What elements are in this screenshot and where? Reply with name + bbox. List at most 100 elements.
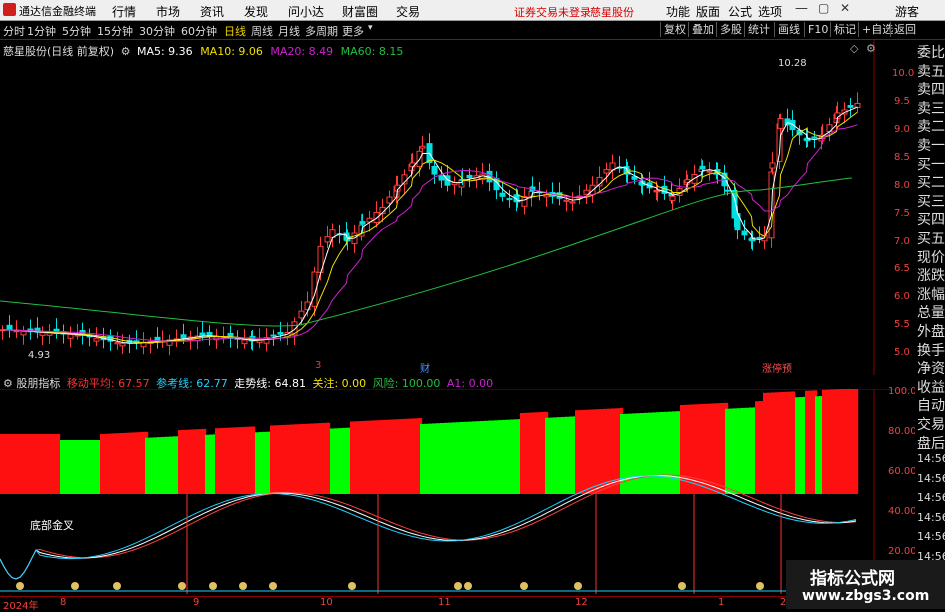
menu-item-market[interactable]: 市场 <box>156 3 180 20</box>
menu-function[interactable]: 功能 <box>666 3 690 20</box>
menu-formula[interactable]: 公式 <box>728 3 752 20</box>
gear-icon[interactable]: ⚙ <box>121 45 131 58</box>
indicator-bar <box>595 409 600 494</box>
close-icon[interactable]: ✕ <box>840 1 850 15</box>
minimize-icon[interactable]: — <box>795 1 808 16</box>
menu-options[interactable]: 选项 <box>758 3 782 20</box>
side-panel-item[interactable]: 外盘 <box>917 325 945 339</box>
diamond-icon[interactable]: ◇ <box>850 42 858 55</box>
price-chart[interactable] <box>0 40 912 375</box>
guest-label[interactable]: 游客 <box>895 3 919 20</box>
indicator-bar <box>302 423 307 494</box>
indicator-chart[interactable] <box>0 389 912 609</box>
indicator-bar <box>729 408 734 494</box>
side-panel-item[interactable]: 买二 <box>917 176 945 190</box>
indicator-bar <box>28 434 33 494</box>
candle <box>706 170 713 173</box>
menu-item-quote[interactable]: 行情 <box>112 3 136 20</box>
period-intraday[interactable]: 分时 <box>3 23 25 39</box>
limit-up-marker[interactable]: 涨停预 <box>762 360 792 375</box>
indicator-bar <box>294 424 299 494</box>
indicator-bar <box>186 429 191 494</box>
side-panel-item[interactable]: 卖一 <box>917 139 945 153</box>
period-more[interactable]: 更多 <box>342 23 364 39</box>
indicator-bar <box>476 421 481 494</box>
indicator-bar <box>498 420 503 494</box>
side-panel-item[interactable]: 买三 <box>917 195 945 209</box>
indicator-bar <box>251 426 256 494</box>
menu-item-discover[interactable]: 发现 <box>244 3 268 20</box>
period-60min[interactable]: 60分钟 <box>181 23 217 39</box>
indicator-bar <box>346 427 351 494</box>
side-panel-item[interactable]: 交易 <box>917 418 945 432</box>
candle <box>569 201 576 204</box>
menu-item-trade[interactable]: 交易 <box>396 3 420 20</box>
menu-item-ask[interactable]: 问小达 <box>288 3 324 20</box>
period-15min[interactable]: 15分钟 <box>97 23 133 39</box>
side-panel-item[interactable]: 卖二 <box>917 120 945 134</box>
tool-stats[interactable]: 统计 <box>744 22 773 37</box>
indicator-bar <box>644 412 649 494</box>
indicator-bar <box>420 424 425 494</box>
price-tick: 6.5 <box>894 263 910 274</box>
finance-marker[interactable]: 财 <box>420 360 430 375</box>
side-panel-item[interactable]: 换手 <box>917 344 945 358</box>
period-30min[interactable]: 30分钟 <box>139 23 175 39</box>
side-panel-item[interactable]: 净资 <box>917 362 945 376</box>
period-multi[interactable]: 多周期 <box>305 23 338 39</box>
side-panel-item[interactable]: 买一 <box>917 158 945 172</box>
menu-item-news[interactable]: 资讯 <box>200 3 224 20</box>
restore-icon[interactable]: ▢ <box>818 1 829 15</box>
money-bag-icon <box>348 582 356 590</box>
side-panel-item[interactable]: 卖三 <box>917 102 945 116</box>
side-panel-item[interactable]: 涨幅 <box>917 288 945 302</box>
indicator-bar <box>737 408 742 494</box>
money-bag-icon <box>209 582 217 590</box>
watermark-title: 指标公式网 <box>810 569 895 589</box>
indicator-bar <box>12 434 17 494</box>
menu-layout[interactable]: 版面 <box>696 3 720 20</box>
candle <box>13 330 20 333</box>
indicator-bar <box>247 426 252 494</box>
side-panel-item[interactable]: 委比 <box>917 46 945 60</box>
tool-mark[interactable]: 标记 <box>830 22 859 37</box>
event-marker[interactable]: 3 <box>315 360 321 371</box>
period-daily[interactable]: 日线 <box>224 23 246 39</box>
stock-link[interactable]: 慈星股份 <box>590 4 634 20</box>
side-panel-item[interactable]: 买五 <box>917 232 945 246</box>
side-panel-item[interactable]: 卖五 <box>917 65 945 79</box>
side-panel-item[interactable]: 现价 <box>917 251 945 265</box>
side-panel-item[interactable]: 盘后 <box>917 437 945 451</box>
side-panel-item[interactable]: 自动 <box>917 399 945 413</box>
tool-adjust[interactable]: 复权 <box>660 22 689 37</box>
indicator-bar <box>826 389 831 494</box>
indicator-bar <box>40 434 45 494</box>
tool-draw[interactable]: 画线 <box>774 22 803 37</box>
indicator-bar <box>100 434 105 494</box>
indicator-bar <box>783 391 788 494</box>
menu-item-wealth[interactable]: 财富圈 <box>342 3 378 20</box>
indicator-bar <box>68 440 73 494</box>
period-monthly[interactable]: 月线 <box>278 23 300 39</box>
side-panel-item[interactable]: 总量 <box>917 306 945 320</box>
side-panel-item[interactable]: 涨跌 <box>917 269 945 283</box>
period-1min[interactable]: 1分钟 <box>27 23 56 39</box>
more-chevron-icon[interactable]: ▾ <box>368 23 373 33</box>
price-tick: 9.0 <box>894 124 910 135</box>
side-panel-item[interactable]: 收益 <box>917 381 945 395</box>
candle <box>521 196 528 207</box>
indicator-tick: 80.00 <box>888 426 917 437</box>
tool-multi[interactable]: 多股 <box>716 22 745 37</box>
ma10-value: MA10: 9.06 <box>200 45 263 58</box>
tool-f10[interactable]: F10 <box>804 22 831 37</box>
indicator-bar <box>440 423 445 494</box>
tool-overlay[interactable]: 叠加 <box>688 22 717 37</box>
side-panel-item[interactable]: 卖四 <box>917 83 945 97</box>
period-weekly[interactable]: 周线 <box>251 23 273 39</box>
settings-icon[interactable]: ⚙ <box>866 42 876 55</box>
login-warning[interactable]: 证券交易未登录 <box>514 4 591 20</box>
side-panel-item[interactable]: 买四 <box>917 213 945 227</box>
tool-back[interactable]: 返回 <box>890 22 919 37</box>
indicator-bar <box>145 437 150 494</box>
period-5min[interactable]: 5分钟 <box>62 23 91 39</box>
